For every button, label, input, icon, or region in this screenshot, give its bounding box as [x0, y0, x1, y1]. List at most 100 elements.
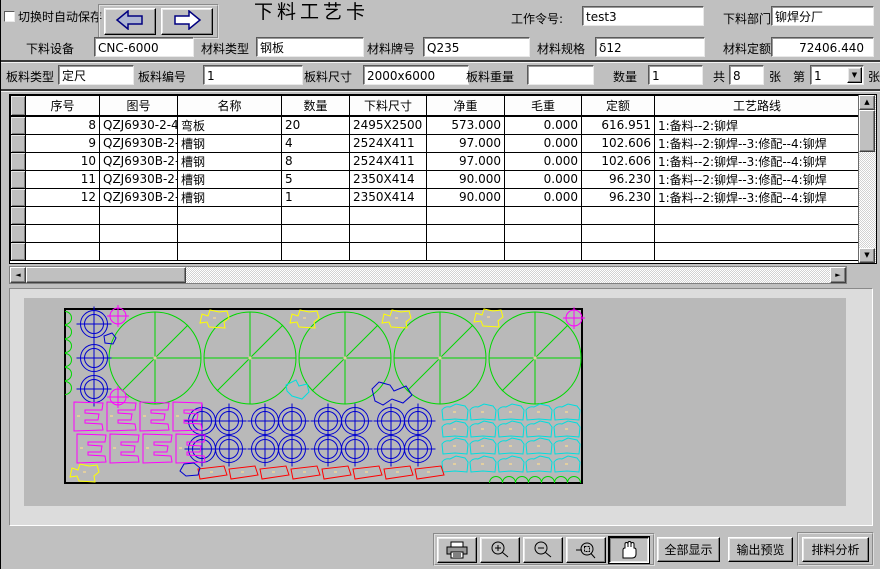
table-cell[interactable] — [350, 242, 427, 260]
table-cell[interactable]: 9 — [26, 134, 100, 152]
plate-type-field[interactable]: 定尺 — [58, 65, 134, 85]
table-cell[interactable]: 1 — [282, 188, 350, 206]
table-cell[interactable]: 0.000 — [505, 116, 582, 135]
table-cell[interactable]: 5 — [282, 170, 350, 188]
material-type-field[interactable]: 钢板 — [256, 37, 364, 57]
next-record-button[interactable] — [161, 8, 213, 35]
show-all-button[interactable]: 全部显示 — [657, 537, 720, 562]
table-cell[interactable] — [655, 206, 860, 224]
table-cell[interactable]: 1:备料--2:铆焊--3:修配--4:铆焊 — [655, 188, 860, 206]
table-cell[interactable] — [582, 206, 655, 224]
scroll-down-icon[interactable]: ▼ — [859, 248, 875, 263]
table-row[interactable]: 9QZJ6930B-2-207槽钢42524X41197.0000.000102… — [11, 134, 860, 152]
table-cell[interactable]: 20 — [282, 116, 350, 135]
table-cell[interactable]: 2495X2500 — [350, 116, 427, 135]
output-preview-button[interactable]: 输出预览 — [728, 537, 793, 562]
table-cell[interactable]: 11 — [26, 170, 100, 188]
table-cell[interactable]: 弯板 — [178, 116, 282, 135]
row-marker[interactable] — [11, 116, 26, 135]
table-cell[interactable]: 1:备料--2:铆焊--3:修配--4:铆焊 — [655, 170, 860, 188]
table-cell[interactable] — [505, 242, 582, 260]
row-marker[interactable] — [11, 224, 26, 242]
table-cell[interactable]: 1:备料--2:铆焊--3:修配--4:铆焊 — [655, 152, 860, 170]
table-cell[interactable] — [427, 224, 505, 242]
material-quota-field[interactable]: 72406.440 — [771, 37, 874, 57]
table-cell[interactable] — [582, 224, 655, 242]
material-spec-field[interactable]: δ12 — [595, 37, 705, 57]
table-cell[interactable]: QZJ6930-2-402 — [100, 116, 178, 135]
table-cell[interactable] — [282, 242, 350, 260]
table-cell[interactable] — [427, 206, 505, 224]
table-cell[interactable]: 97.000 — [427, 152, 505, 170]
table-row-empty[interactable] — [11, 224, 860, 242]
current-sheet-combo[interactable]: 1 ▼ — [810, 65, 864, 85]
material-grade-field[interactable]: Q235 — [423, 37, 530, 57]
table-cell[interactable]: 8 — [282, 152, 350, 170]
zoom-out-button[interactable] — [523, 537, 563, 563]
total-field[interactable]: 8 — [729, 65, 764, 85]
table-row[interactable]: 10QZJ6930B-2-208槽钢82524X41197.0000.00010… — [11, 152, 860, 170]
table-cell[interactable]: 573.000 — [427, 116, 505, 135]
table-cell[interactable]: 1:备料--2:铆焊 — [655, 116, 860, 135]
table-cell[interactable]: 2524X411 — [350, 134, 427, 152]
pan-button[interactable] — [609, 537, 649, 563]
table-cell[interactable] — [26, 206, 100, 224]
table-cell[interactable]: 0.000 — [505, 134, 582, 152]
table-cell[interactable]: 12 — [26, 188, 100, 206]
table-cell[interactable] — [100, 242, 178, 260]
table-cell[interactable]: QZJ6930B-2-207 — [100, 134, 178, 152]
table-cell[interactable]: 0.000 — [505, 152, 582, 170]
prev-record-button[interactable] — [104, 8, 156, 35]
table-cell[interactable] — [26, 224, 100, 242]
table-cell[interactable] — [178, 242, 282, 260]
table-cell[interactable]: QZJ6930B-2-306 — [100, 188, 178, 206]
table-cell[interactable]: 96.230 — [582, 188, 655, 206]
row-marker[interactable] — [11, 188, 26, 206]
table-cell[interactable]: 槽钢 — [178, 134, 282, 152]
table-cell[interactable]: 90.000 — [427, 188, 505, 206]
table-cell[interactable]: 4 — [282, 134, 350, 152]
table-cell[interactable] — [655, 224, 860, 242]
nesting-analysis-button[interactable]: 排料分析 — [802, 537, 869, 562]
table-cell[interactable] — [427, 242, 505, 260]
table-cell[interactable] — [350, 224, 427, 242]
table-cell[interactable]: 槽钢 — [178, 188, 282, 206]
qty-field[interactable]: 1 — [648, 65, 703, 85]
table-cell[interactable]: 96.230 — [582, 170, 655, 188]
table-row[interactable]: 12QZJ6930B-2-306槽钢12350X41490.0000.00096… — [11, 188, 860, 206]
table-cell[interactable] — [100, 206, 178, 224]
print-button[interactable] — [437, 537, 477, 563]
plate-number-field[interactable]: 1 — [203, 65, 303, 85]
table-cell[interactable]: 616.951 — [582, 116, 655, 135]
table-cell[interactable]: 10 — [26, 152, 100, 170]
table-cell[interactable] — [178, 224, 282, 242]
table-row-empty[interactable] — [11, 242, 860, 260]
zoom-in-button[interactable] — [480, 537, 520, 563]
equipment-field[interactable]: CNC-6000 — [94, 37, 194, 57]
table-cell[interactable]: 槽钢 — [178, 152, 282, 170]
table-row[interactable]: 8QZJ6930-2-402弯板202495X2500573.0000.0006… — [11, 116, 860, 135]
table-cell[interactable] — [100, 224, 178, 242]
table-vertical-scrollbar[interactable]: ▲ ▼ — [858, 95, 876, 263]
table-cell[interactable]: 2350X414 — [350, 170, 427, 188]
chevron-down-icon[interactable]: ▼ — [847, 67, 862, 83]
table-cell[interactable]: QZJ6930B-2-208 — [100, 152, 178, 170]
table-cell[interactable] — [178, 206, 282, 224]
table-cell[interactable] — [350, 206, 427, 224]
horizontal-scroll-thumb[interactable] — [26, 267, 186, 283]
table-cell[interactable] — [282, 206, 350, 224]
plate-weight-field[interactable] — [527, 65, 594, 85]
table-cell[interactable]: QZJ6930B-2-305 — [100, 170, 178, 188]
table-cell[interactable]: 0.000 — [505, 170, 582, 188]
autosave-checkbox[interactable] — [4, 11, 15, 22]
table-cell[interactable]: 8 — [26, 116, 100, 135]
row-marker[interactable] — [11, 152, 26, 170]
vertical-scroll-thumb[interactable] — [859, 110, 875, 152]
table-cell[interactable]: 槽钢 — [178, 170, 282, 188]
row-marker[interactable] — [11, 242, 26, 260]
scroll-left-icon[interactable]: ◄ — [10, 267, 26, 283]
table-cell[interactable] — [26, 242, 100, 260]
table-cell[interactable]: 90.000 — [427, 170, 505, 188]
table-cell[interactable]: 1:备料--2:铆焊--3:修配--4:铆焊 — [655, 134, 860, 152]
table-cell[interactable] — [505, 206, 582, 224]
